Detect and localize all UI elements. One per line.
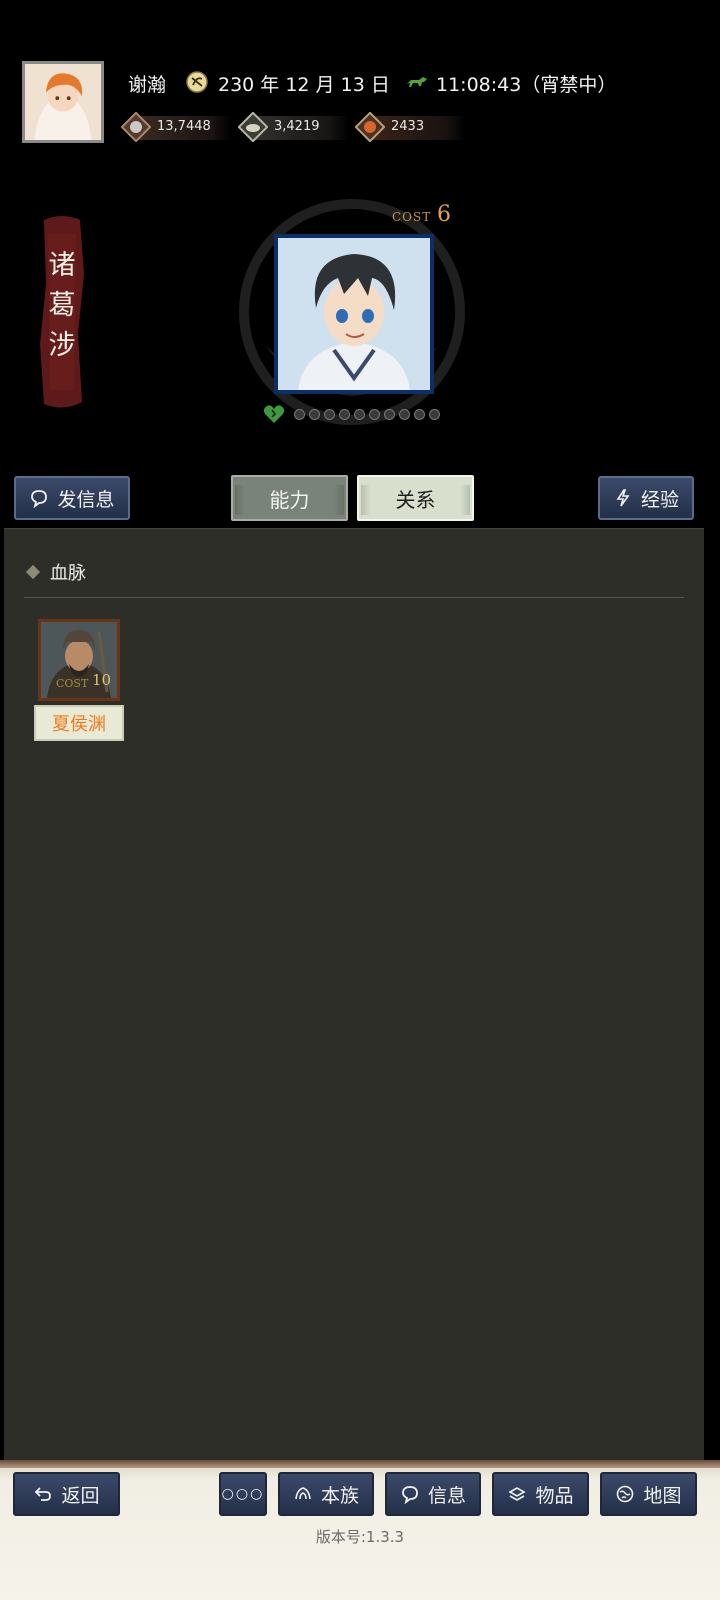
horse-icon	[407, 77, 427, 87]
grain-icon	[238, 112, 268, 142]
calendar-icon	[186, 71, 208, 93]
general-name: 诸 葛 涉	[48, 250, 76, 361]
items-label: 物品	[535, 1484, 574, 1507]
tab-relation-label: 关系	[395, 487, 436, 512]
loyalty-dot	[384, 409, 395, 420]
player-avatar-image	[25, 64, 101, 140]
silver-value: 13,7448	[157, 119, 211, 134]
game-time: 11:08:43（宵禁中）	[436, 74, 617, 96]
tab-relation[interactable]: 关系	[357, 475, 474, 521]
experience-label: 经验	[640, 488, 679, 511]
loyalty-dot	[414, 409, 425, 420]
back-label: 返回	[61, 1484, 100, 1507]
more-button[interactable]: ○○○	[219, 1472, 267, 1516]
tab-ability[interactable]: 能力	[231, 475, 348, 521]
map-button[interactable]: 地图	[600, 1472, 697, 1516]
back-button[interactable]: 返回	[13, 1472, 120, 1516]
info-button[interactable]: 信息	[385, 1472, 481, 1516]
clan-button[interactable]: 本族	[278, 1472, 374, 1516]
copper-value: 2433	[391, 119, 425, 134]
items-button[interactable]: 物品	[492, 1472, 589, 1516]
more-label: ○○○	[221, 1486, 265, 1502]
chat-bubble-icon	[31, 490, 48, 508]
relative-cost-value: 10	[92, 671, 112, 689]
grain-value: 3,4219	[274, 119, 320, 134]
loyalty-dot	[294, 409, 305, 420]
copper-icon	[355, 112, 385, 142]
silver-coin-icon	[121, 112, 151, 142]
diamond-bullet-icon	[25, 564, 41, 580]
send-message-button[interactable]: 发信息	[14, 476, 130, 520]
general-portrait[interactable]	[274, 234, 434, 394]
player-avatar[interactable]	[22, 61, 104, 143]
bottom-nav-bar: 返回 ○○○ 本族 信息 物品 地图 版本号:1.3.3	[0, 1460, 720, 1600]
map-globe-icon	[617, 1485, 634, 1503]
cost-value: 6	[437, 202, 451, 227]
player-name: 谢瀚	[128, 74, 167, 96]
back-arrow-icon	[35, 1487, 52, 1501]
tab-ability-label: 能力	[269, 487, 310, 512]
loyalty-dot	[309, 409, 320, 420]
loyalty-dot	[324, 409, 335, 420]
loyalty-dot	[339, 409, 350, 420]
clan-label: 本族	[320, 1484, 359, 1507]
loyalty-dot	[399, 409, 410, 420]
clan-icon	[295, 1487, 311, 1500]
section-header-bloodline: 血脉	[25, 559, 86, 585]
items-icon	[508, 1487, 527, 1501]
cost-label: COST	[392, 210, 432, 224]
relative-cost-label: COST	[56, 677, 89, 690]
send-message-label: 发信息	[57, 488, 115, 511]
loyalty-heart-icon	[263, 405, 285, 423]
relative-name[interactable]: 夏侯渊	[34, 705, 124, 741]
info-label: 信息	[427, 1484, 466, 1507]
loyalty-dots	[294, 409, 440, 420]
general-portrait-image	[278, 238, 430, 390]
experience-button[interactable]: 经验	[598, 476, 694, 520]
section-divider	[24, 597, 684, 598]
top-status-area: 谢瀚 230 年 12 月 13 日 11:08:43（宵禁中） 13,7448…	[0, 0, 720, 521]
relation-panel: 血脉 COST 10 夏侯渊	[4, 528, 704, 1462]
game-date: 230 年 12 月 13 日	[218, 74, 390, 96]
map-label: 地图	[643, 1484, 682, 1507]
version-text: 版本号:1.3.3	[315, 1528, 405, 1546]
chat-bubble-icon	[402, 1486, 418, 1504]
lightning-icon	[616, 489, 630, 507]
section-title: 血脉	[50, 563, 86, 584]
loyalty-dot	[429, 409, 440, 420]
loyalty-dot	[369, 409, 380, 420]
loyalty-dot	[354, 409, 365, 420]
bottom-bar-edge	[0, 1460, 720, 1468]
